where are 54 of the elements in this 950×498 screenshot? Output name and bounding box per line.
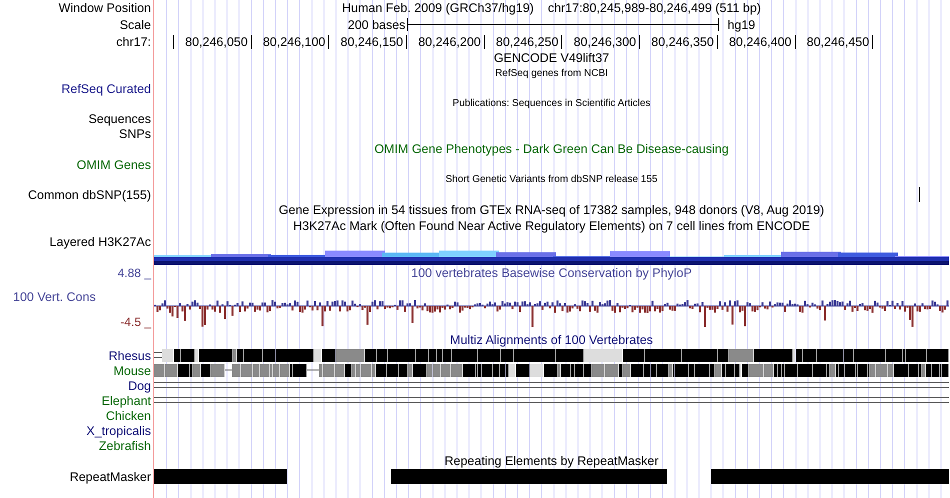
ruler-tick	[716, 34, 718, 48]
ruler-label: 80,246,050	[185, 34, 248, 48]
ruler-tick	[250, 34, 252, 48]
ruler-tick	[639, 34, 640, 48]
ruler-label: 80,246,200	[418, 34, 481, 48]
row-label: chr17:	[116, 34, 151, 48]
ruler-label: 80,246,100	[262, 34, 326, 48]
track-title: H3K27Ac Mark (Often Found Near Active Regulatory Elements) on 7 cell lines from ENCODE	[293, 219, 810, 233]
ruler-label: 80,246,450	[806, 34, 870, 48]
assembly-title: Human Feb. 2009 (GRCh37/hg19)	[342, 1, 534, 15]
variant-tick	[919, 187, 920, 202]
track-label[interactable]: SNPs	[119, 126, 151, 140]
ruler-tick	[561, 34, 562, 48]
ruler-label: 80,246,150	[340, 34, 404, 48]
track-title: Gene Expression in 54 tissues from GTEx RNA-seq of 17382 samples, 948 donors (V8, Aug 2019)	[278, 203, 824, 217]
ruler-label: 80,246,350	[651, 34, 714, 48]
ruler-tick	[872, 34, 874, 48]
track-title: Multiz Alignments of 100 Vertebrates	[450, 333, 653, 347]
ruler-tick	[484, 34, 485, 48]
ruler-label: 80,246,250	[496, 34, 558, 48]
ruler-label: 80,246,400	[728, 34, 792, 48]
track-title: 100 vertebrates Basewise Conservation by PhyloP	[411, 266, 692, 280]
axis-min-label: -4.5 _	[120, 315, 151, 329]
track-label[interactable]: X_tropicalis	[86, 424, 151, 438]
track-title: OMIM Gene Phenotypes - Dark Green Can Be Disease-causing	[374, 142, 729, 156]
track-label[interactable]: Dog	[128, 378, 151, 392]
track-label[interactable]: Sequences	[88, 112, 151, 126]
track-label[interactable]: Common dbSNP(155)	[28, 188, 151, 202]
row-label: Scale	[120, 18, 151, 32]
ruler-tick	[173, 34, 174, 48]
track-label[interactable]: OMIM Genes	[76, 158, 151, 172]
track-label[interactable]: 100 Vert. Cons	[13, 290, 96, 304]
track-title: Repeating Elements by RepeatMasker	[444, 454, 658, 468]
track-label[interactable]: Rhesus	[108, 348, 151, 362]
track-title: GENCODE V49lift37	[494, 51, 610, 65]
track-label[interactable]: Layered H3K27Ac	[50, 234, 151, 248]
track-label[interactable]: RefSeq Curated	[61, 82, 151, 96]
build-text: hg19	[727, 18, 756, 32]
ruler-tick	[794, 34, 796, 48]
ruler-label: 80,246,300	[574, 34, 636, 48]
track-label[interactable]: RepeatMasker	[70, 470, 151, 484]
track-title: Short Genetic Variants from dbSNP release 155	[446, 174, 658, 186]
axis-max-label: 4.88 _	[118, 266, 151, 280]
ruler-tick	[328, 34, 330, 48]
scale-text: 200 bases	[348, 18, 406, 32]
track-label[interactable]: Zebrafish	[98, 438, 151, 452]
position-text: chr17:80,245,989-80,246,499 (511 bp)	[548, 1, 761, 15]
row-label: Window Position	[58, 1, 151, 15]
ruler-tick	[406, 34, 408, 48]
track-label[interactable]: Elephant	[102, 394, 151, 408]
track-label[interactable]: Chicken	[106, 408, 151, 422]
track-title: RefSeq genes from NCBI	[495, 68, 608, 80]
track-label[interactable]: Mouse	[113, 364, 151, 378]
track-title: Publications: Sequences in Scientific Articles	[452, 98, 650, 110]
